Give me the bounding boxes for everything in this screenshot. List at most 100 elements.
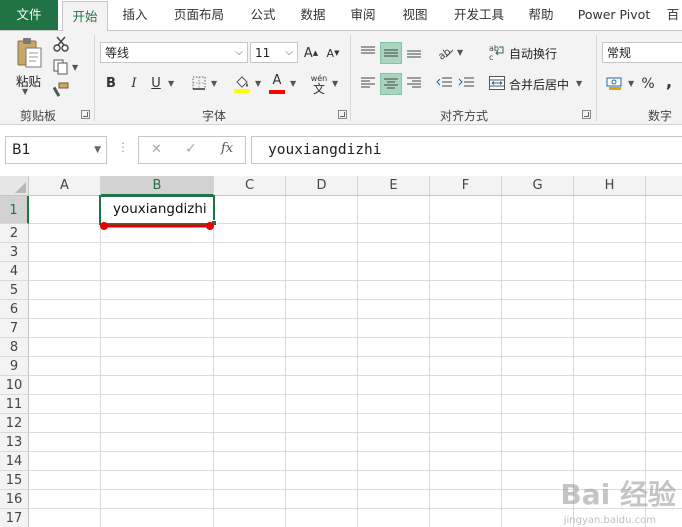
row-header-8[interactable]: 8: [0, 338, 29, 357]
phonetic-dropdown-icon[interactable]: ▼: [332, 79, 338, 88]
underline-button[interactable]: U: [148, 73, 164, 93]
format-painter-icon[interactable]: [52, 81, 70, 99]
cut-icon[interactable]: [52, 35, 70, 53]
fill-color-button[interactable]: [232, 73, 252, 95]
tab-formulas[interactable]: 公式: [240, 0, 286, 30]
accounting-format-icon[interactable]: [604, 73, 626, 93]
column-header-h[interactable]: H: [574, 176, 646, 196]
copy-icon[interactable]: [52, 58, 70, 76]
gridline: [29, 413, 682, 414]
formula-input[interactable]: youxiangdizhi: [251, 136, 682, 164]
row-header-12[interactable]: 12: [0, 414, 29, 433]
insert-function-icon[interactable]: fx: [221, 141, 233, 156]
alignment-launcher-icon[interactable]: [582, 110, 591, 119]
row-header-13[interactable]: 13: [0, 433, 29, 452]
decrease-indent-icon[interactable]: [434, 73, 454, 93]
wrap-text-icon[interactable]: ab c: [488, 41, 506, 63]
orientation-icon[interactable]: ab: [434, 42, 456, 62]
orientation-dropdown-icon[interactable]: ▼: [457, 48, 463, 57]
tab-page-layout[interactable]: 页面布局: [166, 0, 232, 30]
align-bottom-icon[interactable]: [404, 42, 424, 62]
font-size-dropdown[interactable]: 11 ⌵: [250, 42, 298, 63]
column-header-b[interactable]: B: [101, 176, 214, 196]
underline-dropdown-icon[interactable]: ▼: [168, 79, 174, 88]
percent-button[interactable]: %: [640, 74, 656, 94]
tab-more[interactable]: 百: [664, 0, 682, 30]
row-header-1[interactable]: 1: [0, 196, 29, 224]
tab-data[interactable]: 数据: [290, 0, 336, 30]
tab-power-pivot[interactable]: Power Pivot: [572, 0, 656, 30]
wrap-text-label[interactable]: 自动换行: [509, 45, 557, 62]
merge-center-icon[interactable]: [488, 74, 506, 92]
select-all-corner[interactable]: [0, 176, 29, 196]
row-header-10[interactable]: 10: [0, 376, 29, 395]
font-color-dropdown-icon[interactable]: ▼: [290, 79, 296, 88]
row-header-16[interactable]: 16: [0, 490, 29, 509]
tab-review[interactable]: 审阅: [340, 0, 386, 30]
merge-dropdown-icon[interactable]: ▼: [576, 79, 582, 88]
tab-view[interactable]: 视图: [392, 0, 438, 30]
accounting-dropdown-icon[interactable]: ▼: [628, 79, 634, 88]
row-header-7[interactable]: 7: [0, 319, 29, 338]
column-header-i[interactable]: [646, 176, 682, 196]
copy-dropdown-icon[interactable]: ▼: [72, 63, 78, 72]
more-options-icon[interactable]: ⋮: [117, 140, 129, 154]
align-top-icon[interactable]: [358, 42, 378, 62]
row-header-2[interactable]: 2: [0, 224, 29, 243]
border-dropdown-icon[interactable]: ▼: [211, 79, 217, 88]
paste-icon[interactable]: [14, 37, 44, 69]
align-left-icon[interactable]: [358, 73, 378, 93]
column-header-e[interactable]: E: [358, 176, 430, 196]
decrease-font-icon[interactable]: A ▼: [324, 43, 342, 63]
row-header-4[interactable]: 4: [0, 262, 29, 281]
increase-indent-icon[interactable]: [456, 73, 476, 93]
border-icon[interactable]: [190, 74, 208, 92]
group-separator: [596, 35, 597, 121]
clipboard-group-label: 剪贴板: [20, 109, 57, 123]
row-header-17[interactable]: 17: [0, 509, 29, 527]
comma-button[interactable]: ,: [662, 71, 676, 91]
row-header-14[interactable]: 14: [0, 452, 29, 471]
row-header-9[interactable]: 9: [0, 357, 29, 376]
bold-button[interactable]: B: [103, 73, 119, 93]
column-header-a[interactable]: A: [29, 176, 101, 196]
phonetic-button[interactable]: wén 文: [308, 71, 330, 97]
font-color-button[interactable]: A: [267, 73, 287, 95]
fill-color-dropdown-icon[interactable]: ▼: [255, 79, 261, 88]
clipboard-launcher-icon[interactable]: [81, 110, 90, 119]
tab-home[interactable]: 开始: [62, 1, 108, 31]
paste-dropdown-icon[interactable]: ▼: [22, 87, 28, 96]
paste-label[interactable]: 粘贴: [16, 71, 41, 90]
column-header-d[interactable]: D: [286, 176, 358, 196]
gridline: [501, 196, 502, 527]
tab-file[interactable]: 文件: [0, 0, 58, 30]
align-middle-icon[interactable]: [380, 42, 402, 64]
merge-center-label[interactable]: 合并后居中: [509, 76, 569, 93]
font-launcher-icon[interactable]: [338, 110, 347, 119]
font-name-dropdown[interactable]: 等线 ⌵: [100, 42, 248, 63]
number-format-dropdown[interactable]: 常规: [602, 42, 682, 63]
align-center-icon[interactable]: [380, 73, 402, 95]
increase-font-icon[interactable]: A ▲: [302, 43, 320, 63]
row-header-15[interactable]: 15: [0, 471, 29, 490]
tab-insert[interactable]: 插入: [112, 0, 158, 30]
column-header-f[interactable]: F: [430, 176, 502, 196]
row-header-3[interactable]: 3: [0, 243, 29, 262]
gridline: [29, 280, 682, 281]
align-right-icon[interactable]: [404, 73, 424, 93]
tab-help[interactable]: 帮助: [518, 0, 564, 30]
enter-icon[interactable]: ✓: [185, 141, 197, 157]
font-size-value: 11: [255, 45, 271, 60]
tab-developer[interactable]: 开发工具: [446, 0, 512, 30]
row-header-6[interactable]: 6: [0, 300, 29, 319]
number-format-value: 常规: [607, 46, 632, 60]
font-color-a-icon: A: [272, 73, 282, 88]
italic-button[interactable]: I: [126, 73, 142, 93]
font-color-swatch: [269, 90, 285, 94]
row-header-11[interactable]: 11: [0, 395, 29, 414]
cancel-icon[interactable]: ✕: [151, 142, 162, 157]
row-header-5[interactable]: 5: [0, 281, 29, 300]
name-box[interactable]: B1 ▼: [5, 136, 107, 164]
column-header-g[interactable]: G: [502, 176, 574, 196]
column-header-c[interactable]: C: [214, 176, 286, 196]
